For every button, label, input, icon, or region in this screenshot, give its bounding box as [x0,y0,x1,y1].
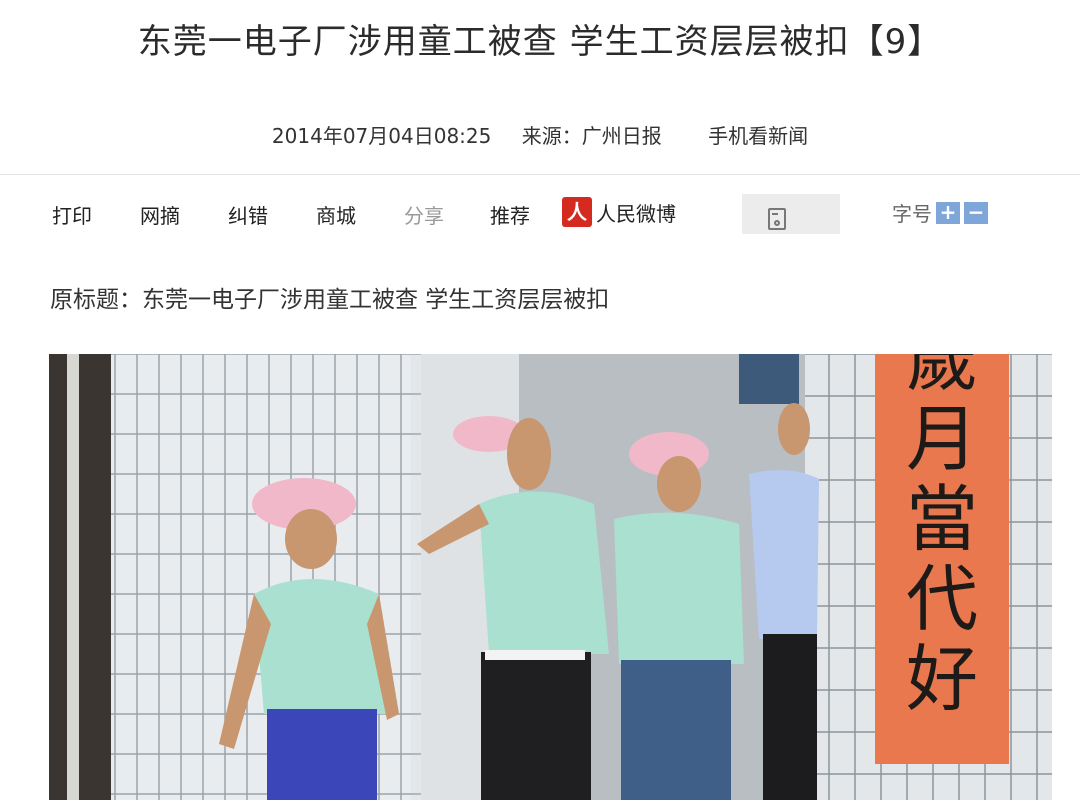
excerpt-button[interactable]: 网摘 [140,200,180,229]
font-size-control: 字号 + − [892,198,988,227]
font-increase-button[interactable]: + [936,201,960,224]
mall-button[interactable]: 商城 [316,200,356,229]
banner-char: 當 [906,477,978,561]
source-label: 来源： [521,124,582,148]
original-title: 原标题：东莞一电子厂涉用童工被查 学生工资层层被扣 [50,287,610,313]
qr-code-placeholder[interactable] [742,194,840,234]
banner-char: 歲 [906,354,978,401]
weibo-logo-icon: 人 [562,197,592,227]
banner-char: 代 [906,557,978,641]
recommend-button[interactable]: 推荐 [490,200,530,229]
correct-button[interactable]: 纠错 [228,200,268,229]
font-decrease-button[interactable]: − [964,201,988,224]
mobile-news-link[interactable]: 手机看新闻 [708,124,808,148]
weibo-label: 人民微博 [596,201,676,226]
source-link[interactable]: 广州日报 [582,124,662,148]
banner-char: 月 [906,397,978,481]
print-button[interactable]: 打印 [52,200,92,229]
banner-char: 好 [906,637,978,721]
article-headline: 东莞一电子厂涉用童工被查 学生工资层层被扣【9】 [137,22,943,62]
publish-date: 2014年07月04日08:25 [271,124,492,148]
broken-image-icon [768,208,786,230]
article-meta: 2014年07月04日08:25 来源：广州日报 手机看新闻 [0,120,1080,149]
article-toolbar: 打印 网摘 纠错 商城 分享 推荐 人 人民微博 字号 + − [0,194,1080,236]
header-divider [0,174,1080,175]
font-size-label: 字号 [892,202,932,226]
article-photo: 歲 月 當 代 好 [49,354,1052,800]
weibo-share-button[interactable]: 人 人民微博 [562,196,676,228]
photo-scene: 歲 月 當 代 好 [49,354,1052,800]
share-label: 分享 [404,204,444,228]
